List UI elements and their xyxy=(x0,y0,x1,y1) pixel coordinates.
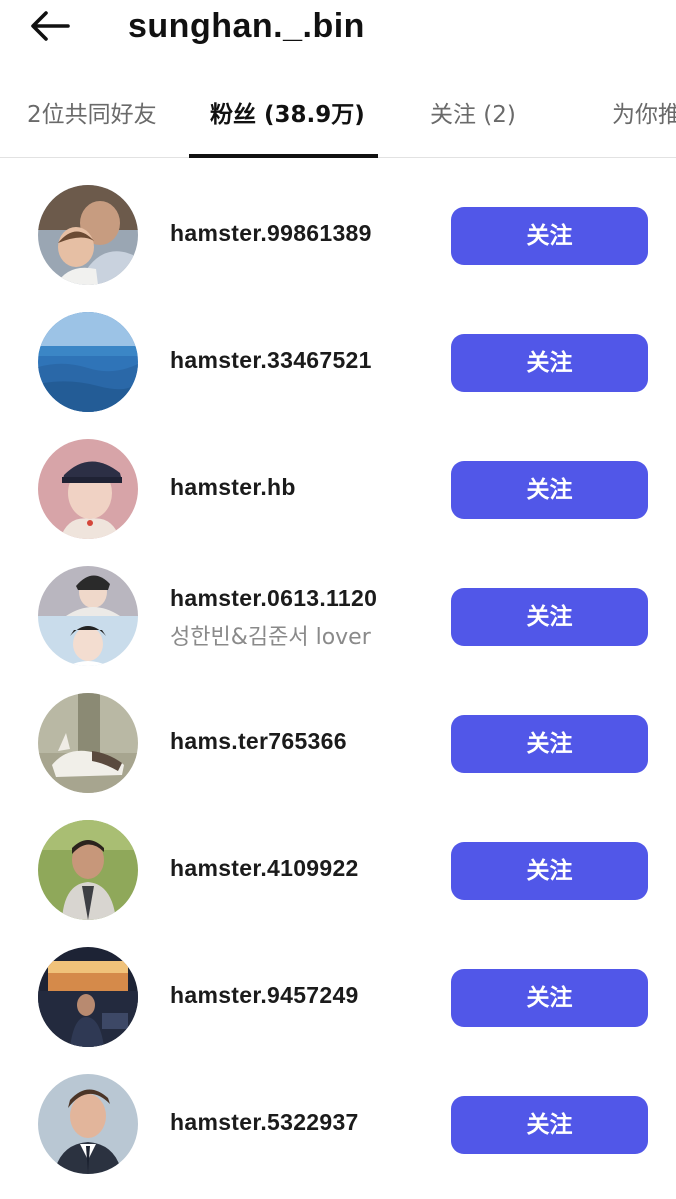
avatar-image xyxy=(38,693,138,793)
list-item: hamster.0613.1120 성한빈&김준서 lover 关注 xyxy=(0,551,676,666)
avatar[interactable] xyxy=(38,566,138,666)
avatar[interactable] xyxy=(38,439,138,539)
avatar[interactable] xyxy=(38,312,138,412)
avatar-image xyxy=(38,820,138,920)
username[interactable]: hams.ter765366 xyxy=(170,728,347,755)
username[interactable]: hamster.5322937 xyxy=(170,1109,359,1136)
tab-followers[interactable]: 粉丝 (38.9万) xyxy=(210,76,365,158)
avatar-image xyxy=(38,312,138,412)
avatar[interactable] xyxy=(38,820,138,920)
follow-button[interactable]: 关注 xyxy=(451,715,648,773)
arrow-left-icon xyxy=(31,11,70,41)
page-title: sunghan._.bin xyxy=(128,7,365,45)
active-tab-indicator xyxy=(189,154,378,158)
list-item: hamster.5322937 关注 xyxy=(0,1059,676,1174)
list-item: hamster.33467521 关注 xyxy=(0,297,676,412)
follow-button[interactable]: 关注 xyxy=(451,588,648,646)
username[interactable]: hamster.hb xyxy=(170,474,296,501)
list-item: hamster.4109922 关注 xyxy=(0,805,676,920)
username[interactable]: hamster.4109922 xyxy=(170,855,359,882)
follow-button[interactable]: 关注 xyxy=(451,1096,648,1154)
tab-following[interactable]: 关注 (2) xyxy=(430,76,516,158)
avatar[interactable] xyxy=(38,947,138,1047)
follow-button[interactable]: 关注 xyxy=(451,969,648,1027)
list-item: hamster.9457249 关注 xyxy=(0,932,676,1047)
list-item: hamster.99861389 关注 xyxy=(0,170,676,285)
list-item: hams.ter765366 关注 xyxy=(0,678,676,793)
follow-button[interactable]: 关注 xyxy=(451,461,648,519)
avatar-image xyxy=(38,947,138,1047)
avatar[interactable] xyxy=(38,1074,138,1174)
top-bar: sunghan._.bin xyxy=(0,0,676,60)
username[interactable]: hamster.33467521 xyxy=(170,347,372,374)
avatar[interactable] xyxy=(38,693,138,793)
username[interactable]: hamster.0613.1120 xyxy=(170,585,377,612)
follow-button[interactable]: 关注 xyxy=(451,334,648,392)
tab-mutual-friends[interactable]: 2位共同好友 xyxy=(27,76,157,158)
user-bio: 성한빈&김준서 lover xyxy=(170,625,371,650)
list-item: hamster.hb 关注 xyxy=(0,424,676,539)
avatar-image xyxy=(38,566,138,666)
tab-bar: 2位共同好友 粉丝 (38.9万) 关注 (2) 为你推 xyxy=(0,76,676,158)
username[interactable]: hamster.9457249 xyxy=(170,982,359,1009)
back-button[interactable] xyxy=(26,6,74,46)
follow-button[interactable]: 关注 xyxy=(451,207,648,265)
username[interactable]: hamster.99861389 xyxy=(170,220,372,247)
follow-button[interactable]: 关注 xyxy=(451,842,648,900)
tab-suggested[interactable]: 为你推 xyxy=(612,76,676,158)
avatar-image xyxy=(38,439,138,539)
avatar[interactable] xyxy=(38,185,138,285)
avatar-image xyxy=(38,1074,138,1174)
avatar-image xyxy=(38,185,138,285)
